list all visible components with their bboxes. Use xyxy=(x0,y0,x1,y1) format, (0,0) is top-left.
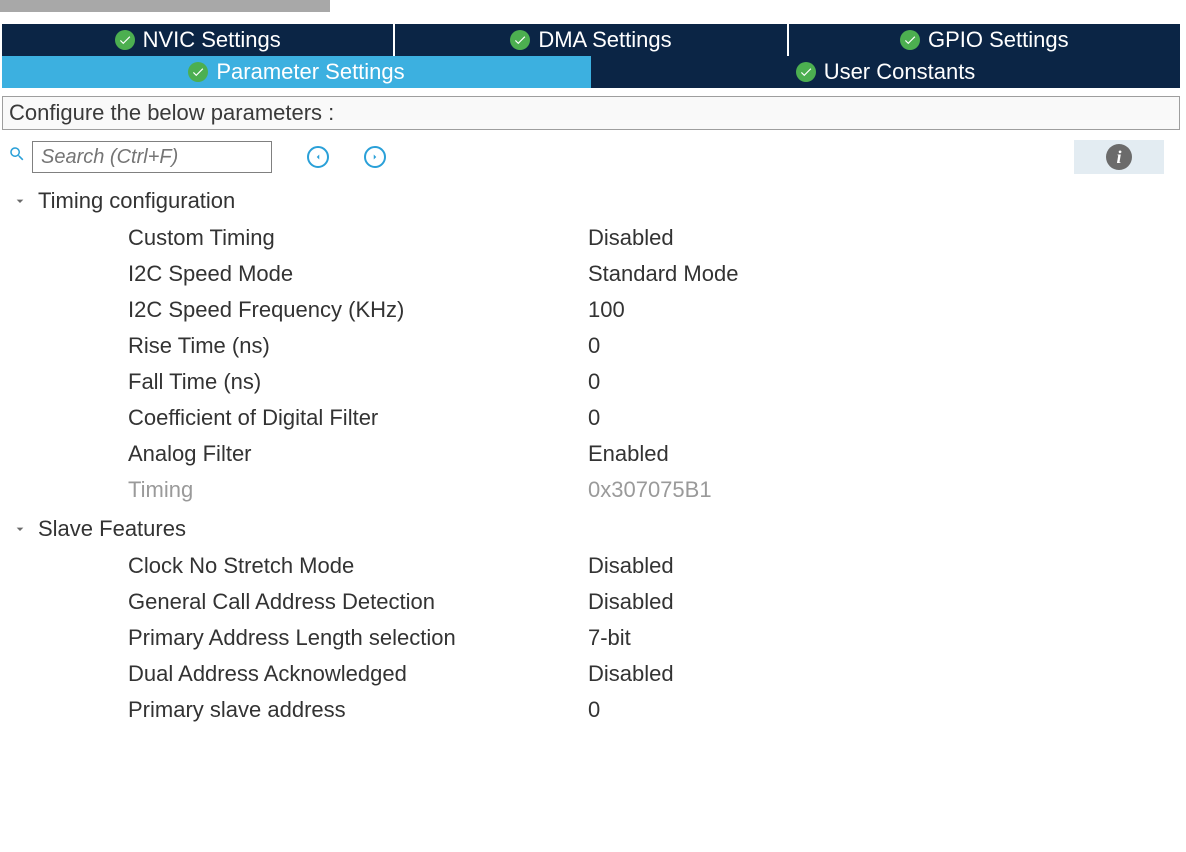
tab-nvic-settings[interactable]: NVIC Settings xyxy=(2,24,393,56)
param-label: Coefficient of Digital Filter xyxy=(128,405,588,431)
param-label: Clock No Stretch Mode xyxy=(128,553,588,579)
param-label: Custom Timing xyxy=(128,225,588,251)
search-wrap xyxy=(8,141,272,173)
tab-label: DMA Settings xyxy=(538,27,671,53)
tab-label: Parameter Settings xyxy=(216,59,404,85)
tab-container: NVIC Settings DMA Settings GPIO Settings… xyxy=(2,24,1180,88)
configure-heading: Configure the below parameters : xyxy=(2,96,1180,130)
param-row[interactable]: I2C Speed Mode Standard Mode xyxy=(8,256,1178,292)
tab-user-constants[interactable]: User Constants xyxy=(591,56,1180,88)
param-value: 0 xyxy=(588,405,600,431)
info-icon: i xyxy=(1106,144,1132,170)
param-value: Standard Mode xyxy=(588,261,738,287)
tab-row-upper: NVIC Settings DMA Settings GPIO Settings xyxy=(2,24,1180,56)
search-input[interactable] xyxy=(32,141,272,173)
tab-label: User Constants xyxy=(824,59,976,85)
toolbar: i xyxy=(0,130,1186,184)
chevron-down-icon xyxy=(12,521,30,537)
tab-row-lower: Parameter Settings User Constants xyxy=(2,56,1180,88)
group-header[interactable]: Slave Features xyxy=(8,512,1178,548)
group-header[interactable]: Timing configuration xyxy=(8,184,1178,220)
param-label: Primary slave address xyxy=(128,697,588,723)
param-row[interactable]: Analog Filter Enabled xyxy=(8,436,1178,472)
group-slave-features: Slave Features Clock No Stretch Mode Dis… xyxy=(8,512,1178,728)
parameters-panel: Timing configuration Custom Timing Disab… xyxy=(0,184,1186,728)
tab-dma-settings[interactable]: DMA Settings xyxy=(395,24,786,56)
param-row[interactable]: Primary Address Length selection 7-bit xyxy=(8,620,1178,656)
param-row[interactable]: Dual Address Acknowledged Disabled xyxy=(8,656,1178,692)
param-value: Disabled xyxy=(588,589,674,615)
param-label: Rise Time (ns) xyxy=(128,333,588,359)
param-label: Dual Address Acknowledged xyxy=(128,661,588,687)
param-value: 0 xyxy=(588,333,600,359)
tab-label: GPIO Settings xyxy=(928,27,1069,53)
tab-parameter-settings[interactable]: Parameter Settings xyxy=(2,56,591,88)
param-label: I2C Speed Mode xyxy=(128,261,588,287)
param-value: Enabled xyxy=(588,441,669,467)
param-row[interactable]: Timing 0x307075B1 xyxy=(8,472,1178,508)
group-title: Slave Features xyxy=(38,516,186,542)
tab-label: NVIC Settings xyxy=(143,27,281,53)
param-value: 0 xyxy=(588,697,600,723)
param-value: Disabled xyxy=(588,225,674,251)
param-label: Analog Filter xyxy=(128,441,588,467)
next-button[interactable] xyxy=(364,146,386,168)
tab-gpio-settings[interactable]: GPIO Settings xyxy=(789,24,1180,56)
param-row[interactable]: Custom Timing Disabled xyxy=(8,220,1178,256)
param-row[interactable]: I2C Speed Frequency (KHz) 100 xyxy=(8,292,1178,328)
param-label: I2C Speed Frequency (KHz) xyxy=(128,297,588,323)
check-icon xyxy=(900,30,920,50)
param-value: 0 xyxy=(588,369,600,395)
group-timing-configuration: Timing configuration Custom Timing Disab… xyxy=(8,184,1178,508)
param-value: 7-bit xyxy=(588,625,631,651)
param-value: Disabled xyxy=(588,661,674,687)
param-row[interactable]: Coefficient of Digital Filter 0 xyxy=(8,400,1178,436)
param-row[interactable]: Rise Time (ns) 0 xyxy=(8,328,1178,364)
check-icon xyxy=(188,62,208,82)
param-row[interactable]: General Call Address Detection Disabled xyxy=(8,584,1178,620)
param-label: Primary Address Length selection xyxy=(128,625,588,651)
check-icon xyxy=(796,62,816,82)
param-row[interactable]: Primary slave address 0 xyxy=(8,692,1178,728)
param-value: Disabled xyxy=(588,553,674,579)
param-label: Timing xyxy=(128,477,588,503)
param-label: Fall Time (ns) xyxy=(128,369,588,395)
param-row[interactable]: Clock No Stretch Mode Disabled xyxy=(8,548,1178,584)
param-row[interactable]: Fall Time (ns) 0 xyxy=(8,364,1178,400)
check-icon xyxy=(115,30,135,50)
param-value: 0x307075B1 xyxy=(588,477,712,503)
info-button[interactable]: i xyxy=(1074,140,1164,174)
top-grey-bar xyxy=(0,0,330,12)
prev-button[interactable] xyxy=(307,146,329,168)
param-label: General Call Address Detection xyxy=(128,589,588,615)
search-icon xyxy=(8,145,26,169)
chevron-down-icon xyxy=(12,193,30,209)
param-value: 100 xyxy=(588,297,625,323)
group-title: Timing configuration xyxy=(38,188,235,214)
check-icon xyxy=(510,30,530,50)
